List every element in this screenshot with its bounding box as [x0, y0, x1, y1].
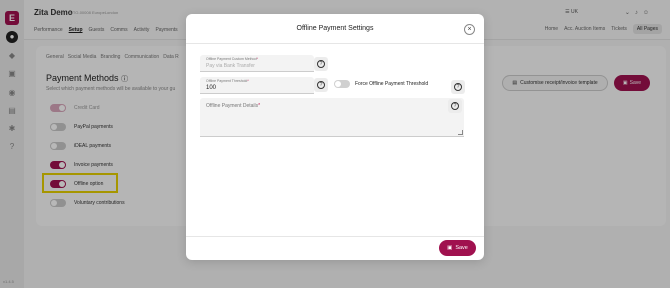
question-icon: ?: [317, 81, 325, 89]
offline-payment-modal: Offline Payment Settings ×: [186, 14, 484, 260]
details-label: Offline Payment Details*: [206, 103, 261, 109]
close-icon[interactable]: ×: [464, 24, 475, 35]
force-threshold-help[interactable]: ?: [451, 80, 465, 94]
force-threshold-toggle[interactable]: [334, 80, 350, 88]
custom-method-input[interactable]: Pay via Bank Transfer: [206, 63, 255, 69]
modal-footer-divider: [186, 236, 484, 237]
force-threshold-row: Force Offline Payment Threshold: [334, 80, 428, 88]
details-help[interactable]: ?: [448, 99, 462, 113]
details-textarea[interactable]: Offline Payment Details*: [200, 98, 464, 137]
threshold-input[interactable]: 100: [206, 85, 216, 91]
modal-title: Offline Payment Settings: [296, 25, 374, 32]
custom-method-help[interactable]: ?: [314, 57, 328, 71]
threshold-label: Offline Payment Threshold*: [206, 79, 249, 83]
custom-method-label: Offline Payment Custom Method*: [206, 57, 258, 61]
custom-method-field[interactable]: Offline Payment Custom Method* Pay via B…: [200, 55, 314, 72]
force-threshold-label: Force Offline Payment Threshold: [355, 81, 429, 87]
modal-save-button[interactable]: ▣ Save: [439, 240, 476, 256]
resize-handle[interactable]: [458, 130, 463, 135]
question-icon: ?: [454, 83, 462, 91]
threshold-field[interactable]: Offline Payment Threshold* 100: [200, 77, 314, 94]
question-icon: ?: [317, 60, 325, 68]
threshold-help[interactable]: ?: [314, 78, 328, 92]
save-icon: ▣: [447, 245, 453, 251]
question-icon: ?: [451, 102, 459, 110]
modal-header: Offline Payment Settings ×: [186, 14, 484, 44]
